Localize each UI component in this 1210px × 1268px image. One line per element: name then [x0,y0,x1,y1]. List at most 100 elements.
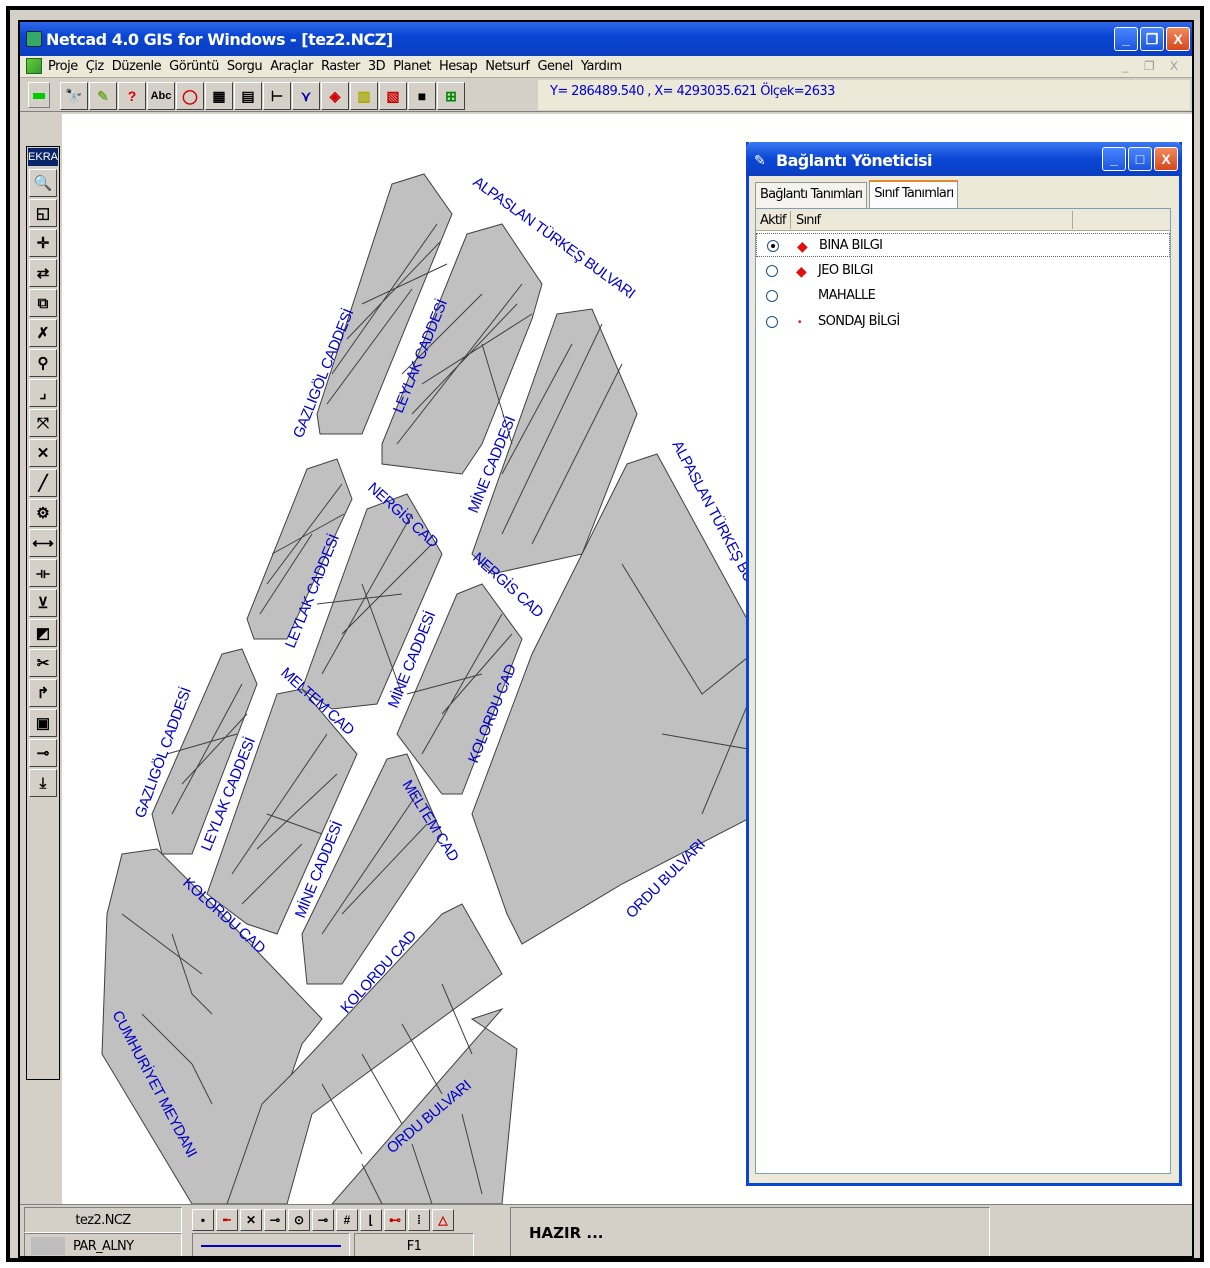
layer-color-button[interactable] [28,82,50,108]
window-titlebar[interactable]: Netcad 4.0 GIS for Windows - [tez2.NCZ] … [20,22,1192,56]
fill-icon[interactable]: ◩ [29,619,57,647]
corner-icon[interactable]: ⌟ [29,379,57,407]
find-icon[interactable]: ⚲ [29,349,57,377]
snap-center-icon[interactable]: ⊙ [288,1209,310,1231]
active-radio[interactable] [766,290,778,302]
zoom-window-icon[interactable]: ◱ [29,199,57,227]
list-item[interactable]: ◆ JEO BILGI [756,259,1170,283]
point-icon[interactable]: ⊸ [29,739,57,767]
menu-raster[interactable]: Raster [321,59,360,74]
netcad-app-icon [26,31,42,47]
class-name: JEO BILGI [818,263,874,278]
menu-goruntu[interactable]: Görüntü [169,59,219,74]
view-toolbar: EKRA 🔍 ◱ ✛ ⇄ ⧉ ✗ ⚲ ⌟ ⤧ ✕ ╱ ⚙ ⟷ ⟛ ⊻ ◩ ✂ ↱… [26,146,60,1080]
class-list: Aktif Sınıf ◆ BINA BILGI ◆ JEO BILGI MAH… [755,208,1171,1174]
class-name: BINA BILGI [819,238,883,253]
menu-proje[interactable]: Proje [48,59,78,74]
layer-color-swatch [31,1237,65,1255]
line-icon[interactable]: ╱ [29,469,57,497]
menu-planet[interactable]: Planet [393,59,431,74]
erase-icon[interactable]: ✗ [29,319,57,347]
binoculars-icon[interactable]: 🔭 [60,82,88,110]
layer-field[interactable]: PAR_ALNY [24,1233,182,1256]
snap-mid-icon[interactable]: ⊸ [264,1209,286,1231]
text-icon[interactable]: Abc [147,82,175,110]
dialog-maximize-button[interactable]: □ [1128,147,1152,171]
circle-icon[interactable]: ◯ [176,82,204,110]
maximize-button[interactable]: ❐ [1140,27,1164,51]
measure-icon[interactable]: ⟷ [29,529,57,557]
snap-intersect-icon[interactable]: ✕ [240,1209,262,1231]
cross-icon[interactable]: ✕ [29,439,57,467]
pan-arrows-icon[interactable]: ⇄ [29,259,57,287]
polyline-icon[interactable]: ↱ [29,679,57,707]
cut-icon[interactable]: ✂ [29,649,57,677]
snap-off-icon[interactable]: ⊷ [384,1209,406,1231]
profile-icon[interactable]: ⤓ [29,769,57,797]
pattern-icon[interactable]: ▧ [379,82,407,110]
snap-point-icon[interactable]: ▪ [192,1209,214,1231]
menu-sorgu[interactable]: Sorgu [227,59,263,74]
minimize-button[interactable]: _ [1114,27,1138,51]
line-type-preview [201,1245,341,1247]
window-title: Netcad 4.0 GIS for Windows - [tez2.NCZ] [46,30,393,49]
line-type-field[interactable] [192,1233,350,1256]
tab-sinif-tanimlari[interactable]: Sınıf Tanımları [869,180,959,210]
calculator-icon[interactable]: ▥ [350,82,378,110]
list-header: Aktif Sınıf [756,209,1170,231]
menu-netsurf[interactable]: Netsurf [485,59,530,74]
snap-near-icon[interactable]: ⊸ [312,1209,334,1231]
tab-baglanti-tanimlari[interactable]: Bağlantı Tanımları [755,182,868,208]
active-radio[interactable] [767,240,779,252]
stretch-icon[interactable]: ⤧ [29,409,57,437]
column-aktif[interactable]: Aktif [760,213,787,228]
pan-icon[interactable]: ✛ [29,229,57,257]
document-icon[interactable] [26,58,42,74]
building-icon[interactable]: ▤ [234,82,262,110]
dialog-titlebar[interactable]: ✎ Bağlantı Yöneticisi _ □ X [746,142,1182,176]
intersect-icon[interactable]: ⋎ [292,82,320,110]
menu-3d[interactable]: 3D [368,59,386,74]
mdi-window-controls[interactable]: _ ❐ X [1122,59,1184,73]
list-item[interactable]: MAHALLE [756,284,1170,308]
column-sinif[interactable]: Sınıf [796,213,821,228]
layer-down-icon[interactable]: ⊻ [29,589,57,617]
class-name: SONDAJ BİLGİ [818,314,900,329]
snap-grid-icon[interactable]: # [336,1209,358,1231]
active-radio[interactable] [766,316,778,328]
snap-perp-icon[interactable]: ⌊ [360,1209,382,1231]
warning-icon[interactable]: △ [432,1209,454,1231]
copy-window-icon[interactable]: ⧉ [29,289,57,317]
table-icon[interactable]: ▣ [29,709,57,737]
offset-icon[interactable]: ⟛ [29,559,57,587]
menu-hesap[interactable]: Hesap [439,59,478,74]
menu-araclar[interactable]: Araçlar [270,59,313,74]
view-toolbar-label: EKRA [28,148,58,166]
list-item[interactable]: ◆ BINA BILGI [756,233,1170,257]
hatch-icon[interactable]: ◈ [321,82,349,110]
pencil-icon[interactable]: ✎ [89,82,117,110]
menu-yardim[interactable]: Yardım [581,59,622,74]
dimension-icon[interactable]: ⊢ [263,82,291,110]
snap-dots-icon[interactable]: ⁞ [408,1209,430,1231]
list-item[interactable]: • SONDAJ BİLGİ [756,310,1170,334]
block-icon[interactable]: ■ [408,82,436,110]
class-name: MAHALLE [818,288,876,303]
screenshot-frame: Netcad 4.0 GIS for Windows - [tez2.NCZ] … [6,6,1204,1262]
settings-icon[interactable]: ⚙ [29,499,57,527]
active-radio[interactable] [766,265,778,277]
grid-icon[interactable]: ▦ [205,82,233,110]
dialog-close-button[interactable]: X [1154,147,1178,171]
network-icon[interactable]: ⊞ [437,82,465,110]
dialog-minimize-button[interactable]: _ [1102,147,1126,171]
snap-end-icon[interactable]: ╾ [216,1209,238,1231]
help-icon[interactable]: ? [118,82,146,110]
dialog-title: Bağlantı Yöneticisi [776,151,932,170]
menu-genel[interactable]: Genel [537,59,573,74]
coordinate-readout: Y= 286489.540 , X= 4293035.621 Ölçek=263… [550,84,835,99]
menu-bar: Proje Çiz Düzenle Görüntü Sorgu Araçlar … [20,56,1192,78]
close-button[interactable]: X [1166,27,1190,51]
menu-duzenle[interactable]: Düzenle [112,59,162,74]
menu-ciz[interactable]: Çiz [86,59,105,74]
zoom-icon[interactable]: 🔍 [29,169,57,197]
